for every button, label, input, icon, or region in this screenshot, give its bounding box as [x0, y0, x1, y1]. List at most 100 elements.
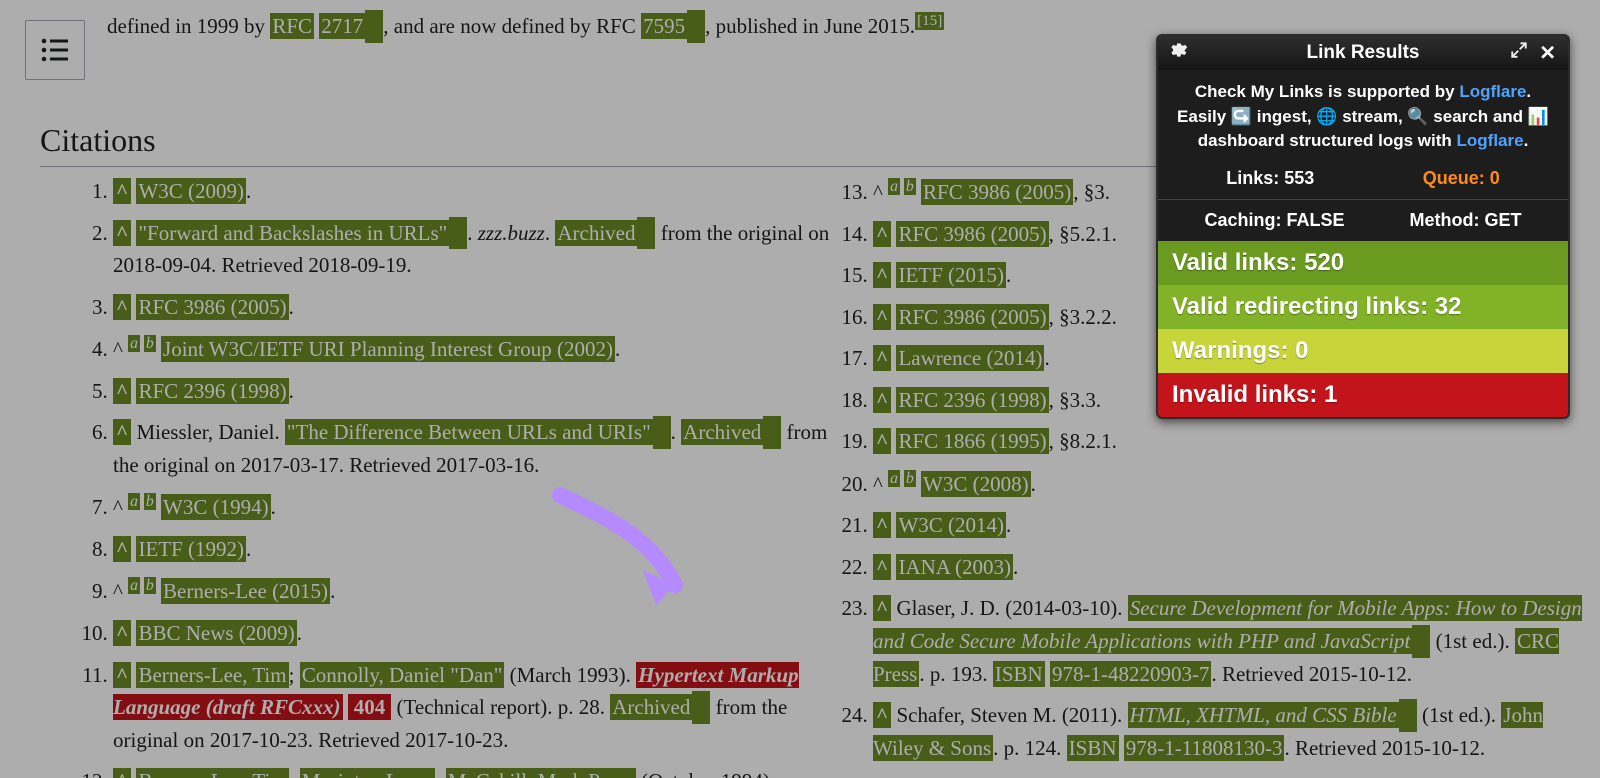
backlink-caret[interactable]: ^ — [113, 620, 131, 646]
backlink-caret[interactable]: ^ — [113, 768, 131, 778]
backlink-letter[interactable]: b — [144, 335, 156, 352]
checked-link[interactable]: IETF (2015) — [896, 262, 1006, 288]
warnings-bar[interactable]: Warnings: 0 — [1158, 329, 1568, 373]
toc-toggle-button[interactable] — [25, 20, 85, 80]
list-icon — [40, 37, 70, 63]
checked-link[interactable]: W3C (2009) — [136, 178, 246, 204]
sponsor-link-1[interactable]: Logflare — [1459, 82, 1526, 101]
checked-link[interactable]: ISBN — [1067, 735, 1119, 761]
link-results-panel: Link Results ✕ Check My Links is support… — [1156, 34, 1570, 419]
settings-row: Caching: FALSE Method: GET — [1158, 199, 1568, 241]
backlink-letter[interactable]: a — [128, 335, 140, 352]
checked-link[interactable]: 978-1-48220903-7 — [1050, 661, 1211, 687]
checked-link[interactable]: RFC 3986 (2005) — [896, 221, 1048, 247]
checked-link[interactable]: Lawrence (2014) — [896, 345, 1044, 371]
checked-link[interactable]: HTML, XHTML, and CSS Bible — [1128, 702, 1399, 728]
backlink-caret[interactable]: ^ — [873, 512, 891, 538]
checked-link[interactable]: Berners-Lee, Tim — [136, 768, 288, 778]
backlink-caret[interactable]: ^ — [113, 178, 131, 204]
checked-link[interactable]: Connolly, Daniel "Dan" — [300, 662, 505, 688]
backlink-letter[interactable]: b — [144, 577, 156, 594]
backlink-letter[interactable]: b — [144, 493, 156, 510]
checked-link[interactable]: RFC 2396 (1998) — [136, 378, 288, 404]
valid-links-bar[interactable]: Valid links: 520 — [1158, 241, 1568, 285]
backlink-caret[interactable]: ^ — [873, 702, 891, 728]
checked-link[interactable]: RFC 3986 (2005) — [921, 179, 1073, 205]
citation-item: ^ Miessler, Daniel. "The Difference Betw… — [113, 416, 833, 481]
backlink-letter[interactable]: a — [888, 470, 900, 487]
citation-item: ^ W3C (2009). — [113, 175, 833, 208]
citation-item: ^ RFC 2396 (1998). — [113, 375, 833, 408]
redirecting-links-bar[interactable]: Valid redirecting links: 32 — [1158, 285, 1568, 329]
checked-link[interactable]: Berners-Lee, Tim — [136, 662, 288, 688]
panel-titlebar[interactable]: Link Results ✕ — [1158, 36, 1568, 70]
backlink-caret[interactable]: ^ — [873, 345, 891, 371]
backlink-letter[interactable]: a — [128, 493, 140, 510]
backlink-caret[interactable]: ^ — [873, 221, 891, 247]
citation-item: ^ Schafer, Steven M. (2011). HTML, XHTML… — [873, 699, 1593, 764]
annotation-arrow — [540, 485, 710, 625]
checked-link[interactable]: 978-1-11808130-3 — [1124, 735, 1285, 761]
backlink-caret[interactable]: ^ — [873, 262, 891, 288]
link-rfc-2717-num[interactable]: 2717 — [319, 13, 365, 39]
citation-item: ^ Glaser, J. D. (2014-03-10). Secure Dev… — [873, 592, 1593, 690]
backlink-caret[interactable]: ^ — [113, 419, 131, 445]
checked-link[interactable]: ISBN — [993, 661, 1045, 687]
backlink-letter[interactable]: a — [888, 178, 900, 195]
sponsor-link-2[interactable]: Logflare — [1457, 131, 1524, 150]
citation-item: ^ IANA (2003). — [873, 551, 1593, 584]
checked-link[interactable]: Archived — [681, 419, 763, 445]
backlink-caret[interactable]: ^ — [113, 662, 131, 688]
backlink-caret[interactable]: ^ — [113, 536, 131, 562]
checked-link[interactable]: Joint W3C/IETF URI Planning Interest Gro… — [161, 336, 615, 362]
citation-item: ^ BBC News (2009). — [113, 617, 833, 650]
link-rfc-7595[interactable]: 7595 — [641, 13, 687, 39]
backlink-letter[interactable]: a — [128, 577, 140, 594]
checked-link[interactable]: Masinter, Larry — [300, 768, 435, 778]
checked-link[interactable]: IANA (2003) — [896, 554, 1013, 580]
backlink-caret[interactable]: ^ — [113, 220, 131, 246]
close-icon[interactable]: ✕ — [1539, 41, 1556, 66]
checked-link[interactable]: RFC 1866 (1995) — [896, 428, 1048, 454]
checked-link[interactable]: RFC 2396 (1998) — [896, 387, 1048, 413]
citation-item: ^ Berners-Lee, Tim; Connolly, Daniel "Da… — [113, 659, 833, 757]
checked-link[interactable]: W3C (2008) — [921, 471, 1031, 497]
backlink-caret[interactable]: ^ — [873, 304, 891, 330]
citations-col-left: ^ W3C (2009).^ "Forward and Backslashes … — [85, 175, 833, 778]
checked-link[interactable]: Secure Development for Mobile Apps: How … — [873, 595, 1582, 654]
invalid-links-bar[interactable]: Invalid links: 1 — [1158, 373, 1568, 417]
citation-item: ^ a b Berners-Lee (2015). — [113, 574, 833, 608]
method-value: GET — [1485, 210, 1522, 230]
checked-link[interactable]: Berners-Lee (2015) — [161, 578, 330, 604]
backlink-caret[interactable]: ^ — [113, 294, 131, 320]
checked-link[interactable]: McCahill, Mark Perry — [446, 768, 636, 778]
backlink-caret[interactable]: ^ — [873, 595, 891, 621]
checked-link[interactable]: RFC 3986 (2005) — [896, 304, 1048, 330]
backlink-caret[interactable]: ^ — [113, 378, 131, 404]
reference-15[interactable]: [15] — [915, 12, 944, 30]
checked-link[interactable]: "Forward and Backslashes in URLs" — [136, 220, 449, 246]
backlink-letter[interactable]: b — [904, 178, 916, 195]
checked-link[interactable]: RFC 3986 (2005) — [136, 294, 288, 320]
panel-title: Link Results — [1307, 42, 1420, 64]
checked-link[interactable]: "The Difference Between URLs and URIs" — [285, 419, 653, 445]
checked-link[interactable]: W3C (2014) — [896, 512, 1006, 538]
link-rfc-2717-text[interactable]: RFC — [270, 13, 314, 39]
gear-icon[interactable] — [1168, 40, 1188, 66]
checked-link[interactable]: Archived — [610, 694, 692, 720]
links-count: 553 — [1284, 168, 1314, 188]
checked-link[interactable]: IETF (1992) — [136, 536, 246, 562]
queue-count: 0 — [1490, 168, 1500, 188]
caching-value: FALSE — [1287, 210, 1345, 230]
backlink-caret[interactable]: ^ — [873, 554, 891, 580]
checked-link[interactable]: W3C (1994) — [161, 494, 271, 520]
backlink-caret[interactable]: ^ — [873, 387, 891, 413]
checked-link[interactable]: BBC News (2009) — [136, 620, 296, 646]
backlink-caret[interactable]: ^ — [873, 428, 891, 454]
backlink-letter[interactable]: b — [904, 470, 916, 487]
citation-item: ^ Berners-Lee, Tim; Masinter, Larry; McC… — [113, 765, 833, 778]
citation-item: ^ "Forward and Backslashes in URLs" . zz… — [113, 217, 833, 282]
checked-link[interactable]: Archived — [555, 220, 637, 246]
citation-item: ^ W3C (2014). — [873, 509, 1593, 542]
expand-icon[interactable] — [1510, 41, 1528, 65]
